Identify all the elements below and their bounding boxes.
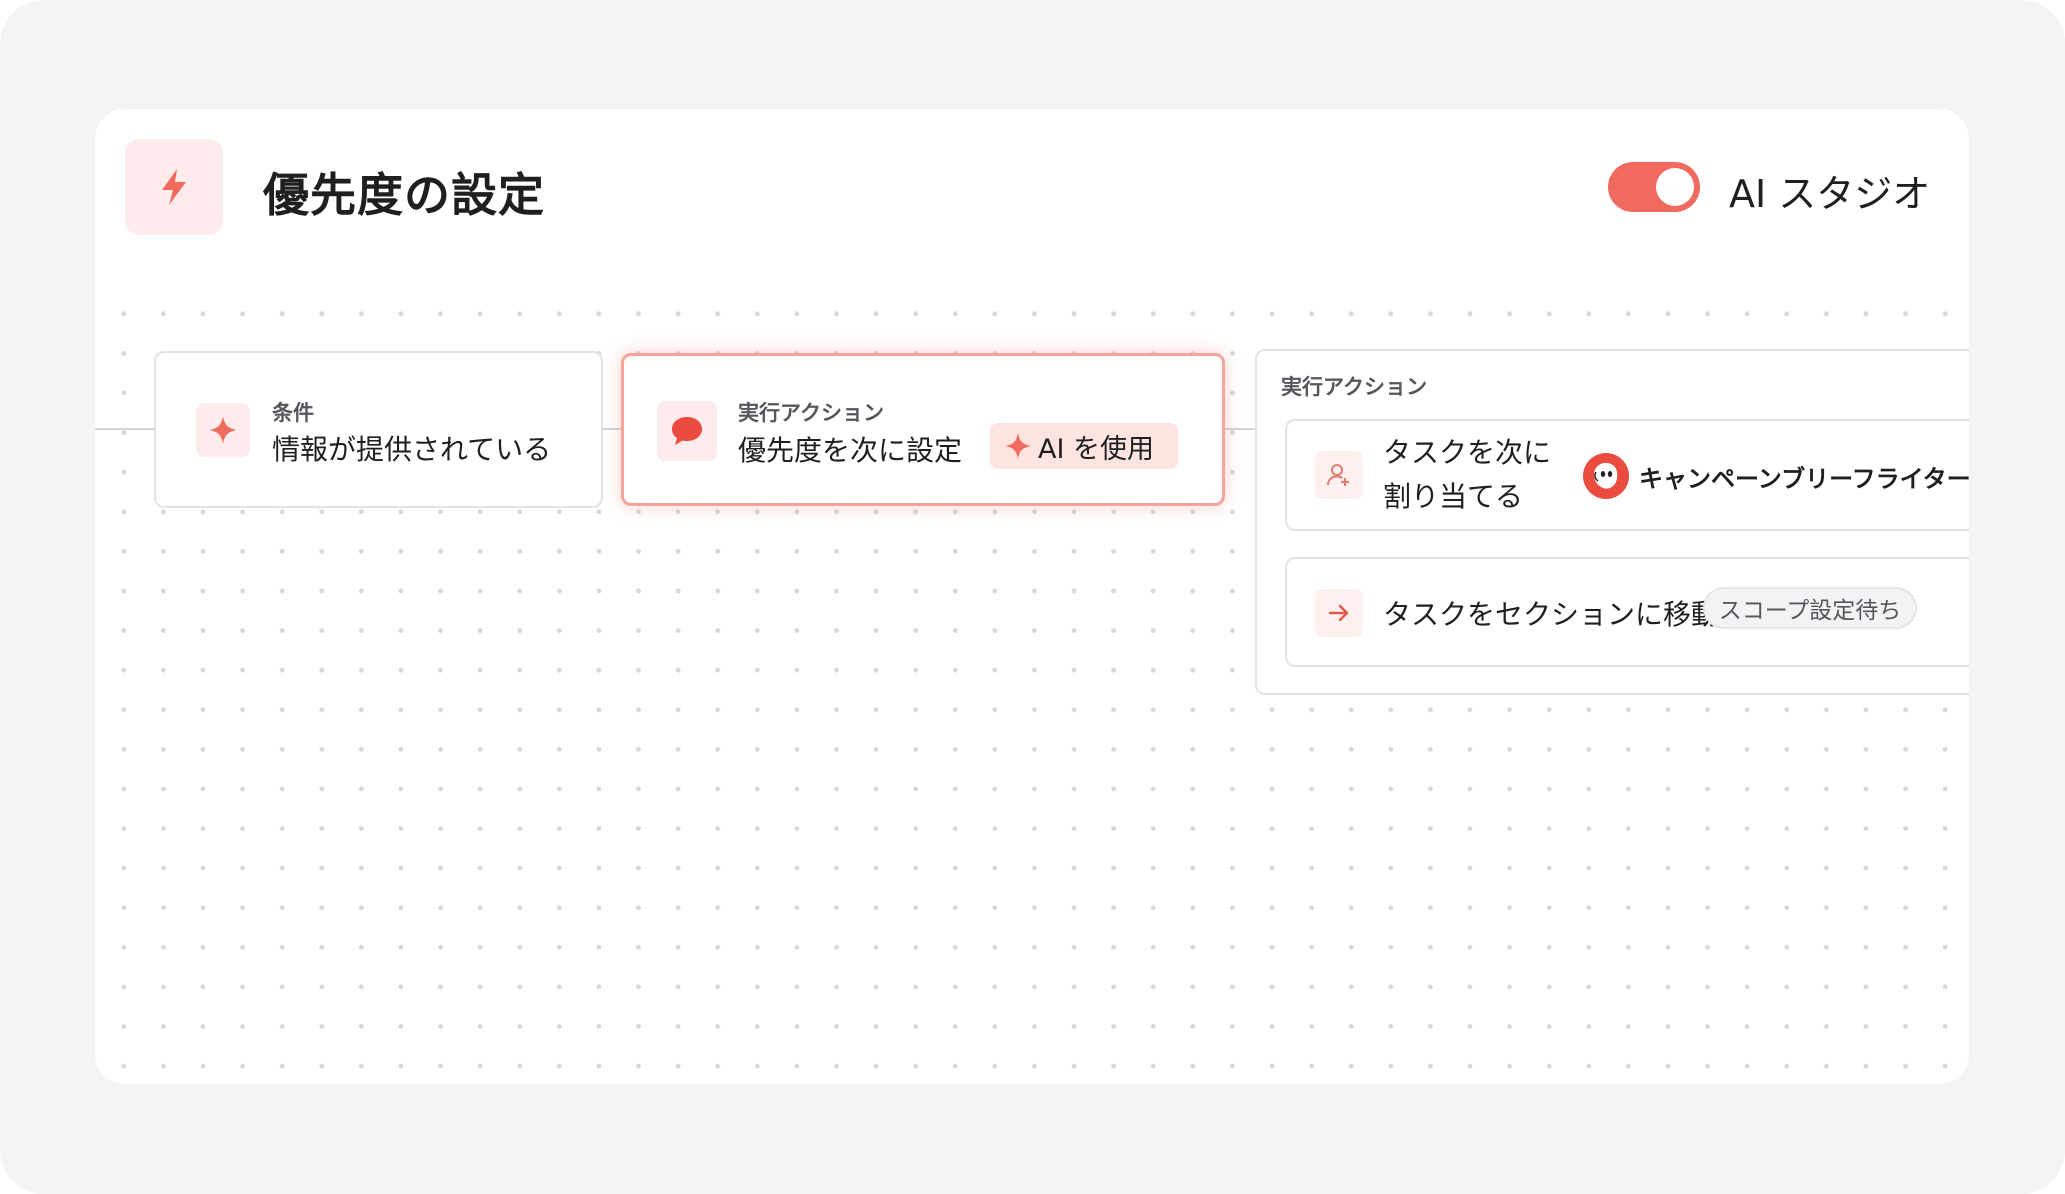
action-label: 実行アクション [738,401,884,425]
ai-studio-label: AI スタジオ [1729,172,1931,216]
app-background: 優先度の設定 AI スタジオ 条件 情報が提供されている 実行アクション 優先度… [0,0,2065,1194]
speech-bubble-icon [657,401,717,461]
assignee-name: キャンペーンブリーフライター [1639,465,1969,493]
arrow-right-icon [1315,589,1363,637]
page-title: 優先度の設定 [263,168,545,222]
flow-connector-start [95,428,155,430]
sparkle-icon [1004,432,1032,460]
action-group: 実行アクション タスクを次に 割り当てる キャンペーンブリーフライター タスクを… [1255,349,1969,695]
flow-connector-1 [601,428,621,430]
use-ai-badge[interactable]: AI を使用 [990,423,1178,469]
rule-editor-panel: 優先度の設定 AI スタジオ 条件 情報が提供されている 実行アクション 優先度… [95,109,1969,1084]
assign-task-text-line1: タスクを次に [1383,436,1552,469]
lightning-icon [125,139,223,235]
person-add-icon [1315,451,1363,499]
flow-connector-2 [1223,428,1255,430]
assign-task-text-line2: 割り当てる [1383,480,1524,513]
assign-task-card[interactable]: タスクを次に 割り当てる キャンペーンブリーフライター [1285,419,1969,531]
use-ai-label: AI を使用 [1038,433,1155,465]
bot-avatar-icon [1583,453,1629,499]
assign-task-text: タスクを次に 割り当てる [1383,431,1551,519]
status-badge: スコープ設定待ち [1703,587,1917,629]
toggle-knob [1656,168,1694,206]
condition-label: 条件 [272,401,314,425]
set-priority-action-card[interactable]: 実行アクション 優先度を次に設定 AI を使用 [621,353,1225,506]
sparkle-icon [196,403,250,457]
ai-studio-toggle[interactable] [1608,162,1700,212]
move-to-section-text: タスクをセクションに移動 [1383,598,1720,631]
condition-text: 情報が提供されている [272,433,552,466]
move-to-section-card[interactable]: タスクをセクションに移動 スコープ設定待ち [1285,557,1969,667]
action-text: 優先度を次に設定 [738,434,963,467]
action-group-label: 実行アクション [1281,375,1427,399]
condition-card[interactable]: 条件 情報が提供されている [154,351,603,508]
